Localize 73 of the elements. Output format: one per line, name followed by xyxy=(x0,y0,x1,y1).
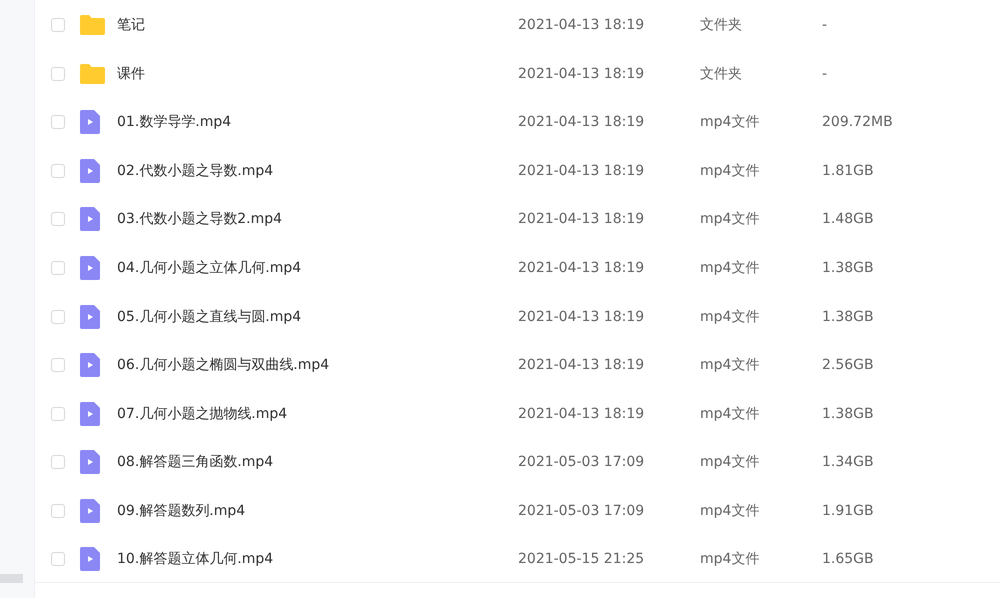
file-size: - xyxy=(822,17,828,34)
file-size: 1.38GB xyxy=(822,308,874,325)
video-file-icon xyxy=(80,498,100,523)
file-type: mp4文件 xyxy=(700,113,760,132)
checkbox[interactable] xyxy=(51,504,65,518)
modified-date: 2021-04-13 18:19 xyxy=(518,357,644,374)
checkbox[interactable] xyxy=(51,115,65,130)
file-type: mp4文件 xyxy=(700,356,760,374)
file-name[interactable]: 10.解答题立体几何.mp4 xyxy=(117,550,274,568)
video-file-icon xyxy=(80,402,100,426)
file-type: mp4文件 xyxy=(700,404,760,423)
file-type: mp4文件 xyxy=(700,210,760,228)
modified-date: 2021-04-13 18:19 xyxy=(518,162,644,179)
file-name[interactable]: 01.数学导学.mp4 xyxy=(117,113,232,132)
checkbox[interactable] xyxy=(51,261,65,275)
file-size: 209.72MB xyxy=(822,114,893,130)
file-type: mp4文件 xyxy=(700,162,760,180)
file-name[interactable]: 08.解答题三角函数.mp4 xyxy=(117,453,274,472)
modified-date: 2021-04-13 18:19 xyxy=(518,260,644,276)
checkbox[interactable] xyxy=(51,310,65,324)
file-name[interactable]: 07.几何小题之抛物线.mp4 xyxy=(117,404,288,423)
modified-date: 2021-04-13 18:19 xyxy=(518,308,644,325)
modified-date: 2021-05-03 17:09 xyxy=(518,454,644,470)
file-size: 1.34GB xyxy=(822,454,874,470)
video-file-icon xyxy=(80,353,100,378)
modified-date: 2021-05-03 17:09 xyxy=(518,502,644,519)
file-name[interactable]: 02.代数小题之导数.mp4 xyxy=(117,162,274,180)
file-type: mp4文件 xyxy=(700,259,760,277)
file-name[interactable]: 04.几何小题之立体几何.mp4 xyxy=(117,259,302,277)
file-name[interactable]: 09.解答题数列.mp4 xyxy=(117,502,246,520)
folder-icon xyxy=(80,64,105,84)
checkbox[interactable] xyxy=(51,66,65,81)
file-name[interactable]: 06.几何小题之椭圆与双曲线.mp4 xyxy=(117,356,330,374)
file-type: mp4文件 xyxy=(700,453,760,472)
file-type: mp4文件 xyxy=(700,550,760,568)
file-name[interactable]: 课件 xyxy=(117,64,145,83)
modified-date: 2021-04-13 18:19 xyxy=(518,66,644,82)
modified-date: 2021-04-13 18:19 xyxy=(518,114,644,130)
file-size: - xyxy=(822,66,828,82)
video-file-icon xyxy=(80,547,100,572)
checkbox[interactable] xyxy=(51,164,65,178)
file-name[interactable]: 03.代数小题之导数2.mp4 xyxy=(117,210,282,228)
video-file-icon xyxy=(80,207,100,232)
file-size: 1.81GB xyxy=(822,162,874,179)
file-size: 1.38GB xyxy=(822,260,874,276)
file-size: 1.65GB xyxy=(822,551,874,568)
file-name[interactable]: 05.几何小题之直线与圆.mp4 xyxy=(117,308,302,326)
file-name[interactable]: 笔记 xyxy=(117,16,145,34)
file-size: 1.91GB xyxy=(822,502,874,519)
checkbox[interactable] xyxy=(51,18,65,32)
file-type: mp4文件 xyxy=(700,502,760,520)
file-type: 文件夹 xyxy=(700,16,742,34)
modified-date: 2021-04-13 18:19 xyxy=(518,17,644,34)
modified-date: 2021-04-13 18:19 xyxy=(518,406,644,422)
file-size: 2.56GB xyxy=(822,357,874,374)
file-size: 1.38GB xyxy=(822,406,874,422)
checkbox[interactable] xyxy=(51,358,65,372)
modified-date: 2021-05-15 21:25 xyxy=(518,551,644,568)
file-type: mp4文件 xyxy=(700,308,760,326)
video-file-icon xyxy=(80,304,100,329)
file-size: 1.48GB xyxy=(822,211,874,228)
checkbox[interactable] xyxy=(51,552,65,566)
video-file-icon xyxy=(80,158,100,183)
video-file-icon xyxy=(80,256,100,280)
video-file-icon xyxy=(80,110,100,134)
folder-icon xyxy=(80,15,105,36)
modified-date: 2021-04-13 18:19 xyxy=(518,211,644,228)
checkbox[interactable] xyxy=(51,212,65,226)
video-file-icon xyxy=(80,450,100,474)
storage-bar xyxy=(0,574,23,583)
file-type: 文件夹 xyxy=(700,64,742,83)
checkbox[interactable] xyxy=(51,455,65,470)
checkbox[interactable] xyxy=(51,406,65,421)
